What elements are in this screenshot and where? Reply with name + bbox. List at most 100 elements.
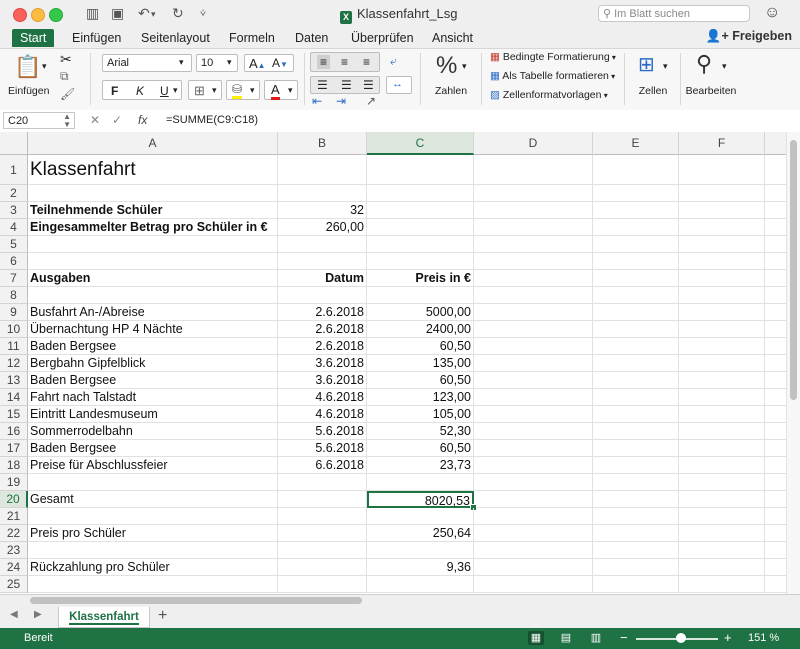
empty-cell[interactable] [765, 508, 786, 525]
cell-styles-button[interactable]: ▨ Zellenformatvorlagen ▾ [490, 89, 608, 101]
zoom-in-icon[interactable]: + [724, 630, 732, 645]
cell-b25[interactable] [278, 576, 367, 593]
empty-cell[interactable] [474, 372, 593, 389]
cell-b20[interactable] [278, 491, 367, 508]
page-layout-view-icon[interactable]: ▤ [558, 631, 574, 645]
cell-c8[interactable] [367, 287, 474, 304]
cell-a17[interactable]: Baden Bergsee [28, 440, 278, 457]
decrease-indent-icon[interactable]: ⇤ [312, 94, 322, 108]
cell-b23[interactable] [278, 542, 367, 559]
cell-c11[interactable]: 60,50 [367, 338, 474, 355]
empty-cell[interactable] [679, 321, 765, 338]
row-header[interactable]: 17 [0, 440, 28, 457]
row-header[interactable]: 10 [0, 321, 28, 338]
empty-cell[interactable] [679, 491, 765, 508]
cell-a14[interactable]: Fahrt nach Talstadt [28, 389, 278, 406]
insert-function-icon[interactable]: fx [138, 113, 147, 127]
row-header[interactable]: 11 [0, 338, 28, 355]
empty-cell[interactable] [593, 542, 679, 559]
cell-c20[interactable]: 8020,53 [367, 491, 474, 508]
empty-cell[interactable] [765, 525, 786, 542]
empty-cell[interactable] [679, 236, 765, 253]
cell-c25[interactable] [367, 576, 474, 593]
column-header-a[interactable]: A [28, 132, 278, 155]
empty-cell[interactable] [765, 542, 786, 559]
tab-start[interactable]: Start [12, 29, 55, 47]
row-header[interactable]: 13 [0, 372, 28, 389]
next-sheet-icon[interactable]: ▶ [34, 609, 42, 620]
align-bottom-icon[interactable]: ≡ [363, 55, 370, 69]
underline-button[interactable]: U [160, 84, 169, 98]
shrink-font-button[interactable]: A▼ [272, 56, 288, 70]
column-header-g[interactable] [765, 132, 786, 155]
cell-a13[interactable]: Baden Bergsee [28, 372, 278, 389]
tab-seitenlayout[interactable]: Seitenlayout [133, 29, 218, 47]
font-size-select[interactable]: 10 ▾ [196, 54, 238, 72]
empty-cell[interactable] [593, 185, 679, 202]
empty-cell[interactable] [474, 440, 593, 457]
cell-b21[interactable] [278, 508, 367, 525]
empty-cell[interactable] [679, 185, 765, 202]
empty-cell[interactable] [474, 236, 593, 253]
cell-a9[interactable]: Busfahrt An-/Abreise [28, 304, 278, 321]
cell-a25[interactable] [28, 576, 278, 593]
empty-cell[interactable] [679, 287, 765, 304]
zoom-out-icon[interactable]: − [620, 630, 628, 645]
row-header[interactable]: 20 [0, 491, 28, 508]
empty-cell[interactable] [593, 457, 679, 474]
percent-icon[interactable]: % [436, 52, 457, 80]
cell-b17[interactable]: 5.6.2018 [278, 440, 367, 457]
cell-c2[interactable] [367, 185, 474, 202]
empty-cell[interactable] [474, 559, 593, 576]
font-color-button[interactable]: A ▾ [264, 80, 298, 100]
undo-icon[interactable]: ↶ [138, 5, 150, 22]
cell-a1[interactable]: Klassenfahrt [28, 155, 278, 185]
empty-cell[interactable] [474, 457, 593, 474]
empty-cell[interactable] [765, 202, 786, 219]
empty-cell[interactable] [593, 525, 679, 542]
empty-cell[interactable] [765, 185, 786, 202]
empty-cell[interactable] [679, 202, 765, 219]
formula-input[interactable]: =SUMME(C9:C18) [166, 114, 258, 126]
cell-b15[interactable]: 4.6.2018 [278, 406, 367, 423]
undo-dropdown-icon[interactable]: ▾ [151, 9, 156, 20]
cell-c5[interactable] [367, 236, 474, 253]
column-header-f[interactable]: F [679, 132, 765, 155]
confirm-icon[interactable]: ✓ [112, 113, 122, 127]
cell-c7[interactable]: Preis in € [367, 270, 474, 287]
orientation-icon[interactable]: ↗ [366, 94, 376, 108]
empty-cell[interactable] [593, 304, 679, 321]
underline-dropdown-icon[interactable]: ▾ [173, 85, 178, 96]
cells-icon[interactable]: ⊞ [638, 52, 655, 77]
cell-a22[interactable]: Preis pro Schüler [28, 525, 278, 542]
row-header[interactable]: 9 [0, 304, 28, 321]
align-middle-icon[interactable]: ≡ [341, 55, 348, 69]
row-header[interactable]: 1 [0, 155, 28, 185]
empty-cell[interactable] [474, 287, 593, 304]
cell-c17[interactable]: 60,50 [367, 440, 474, 457]
empty-cell[interactable] [765, 457, 786, 474]
empty-cell[interactable] [679, 440, 765, 457]
empty-cell[interactable] [593, 236, 679, 253]
empty-cell[interactable] [679, 304, 765, 321]
row-header[interactable]: 5 [0, 236, 28, 253]
column-header-d[interactable]: D [474, 132, 593, 155]
cell-a24[interactable]: Rückzahlung pro Schüler [28, 559, 278, 576]
cell-c16[interactable]: 52,30 [367, 423, 474, 440]
empty-cell[interactable] [765, 219, 786, 236]
cancel-icon[interactable]: ✕ [90, 113, 100, 127]
empty-cell[interactable] [474, 389, 593, 406]
cell-b1[interactable] [278, 155, 367, 185]
empty-cell[interactable] [593, 474, 679, 491]
empty-cell[interactable] [765, 491, 786, 508]
italic-button[interactable]: K [136, 84, 144, 98]
cell-a4[interactable]: Eingesammelter Betrag pro Schüler in € [28, 219, 278, 236]
cell-a6[interactable] [28, 253, 278, 270]
row-header[interactable]: 2 [0, 185, 28, 202]
cell-b16[interactable]: 5.6.2018 [278, 423, 367, 440]
empty-cell[interactable] [474, 491, 593, 508]
prev-sheet-icon[interactable]: ◀ [10, 609, 18, 620]
paste-icon[interactable]: 📋 [14, 54, 41, 80]
feedback-smiley-icon[interactable]: ☺ [764, 4, 780, 22]
tab-einfuegen[interactable]: Einfügen [64, 29, 129, 47]
